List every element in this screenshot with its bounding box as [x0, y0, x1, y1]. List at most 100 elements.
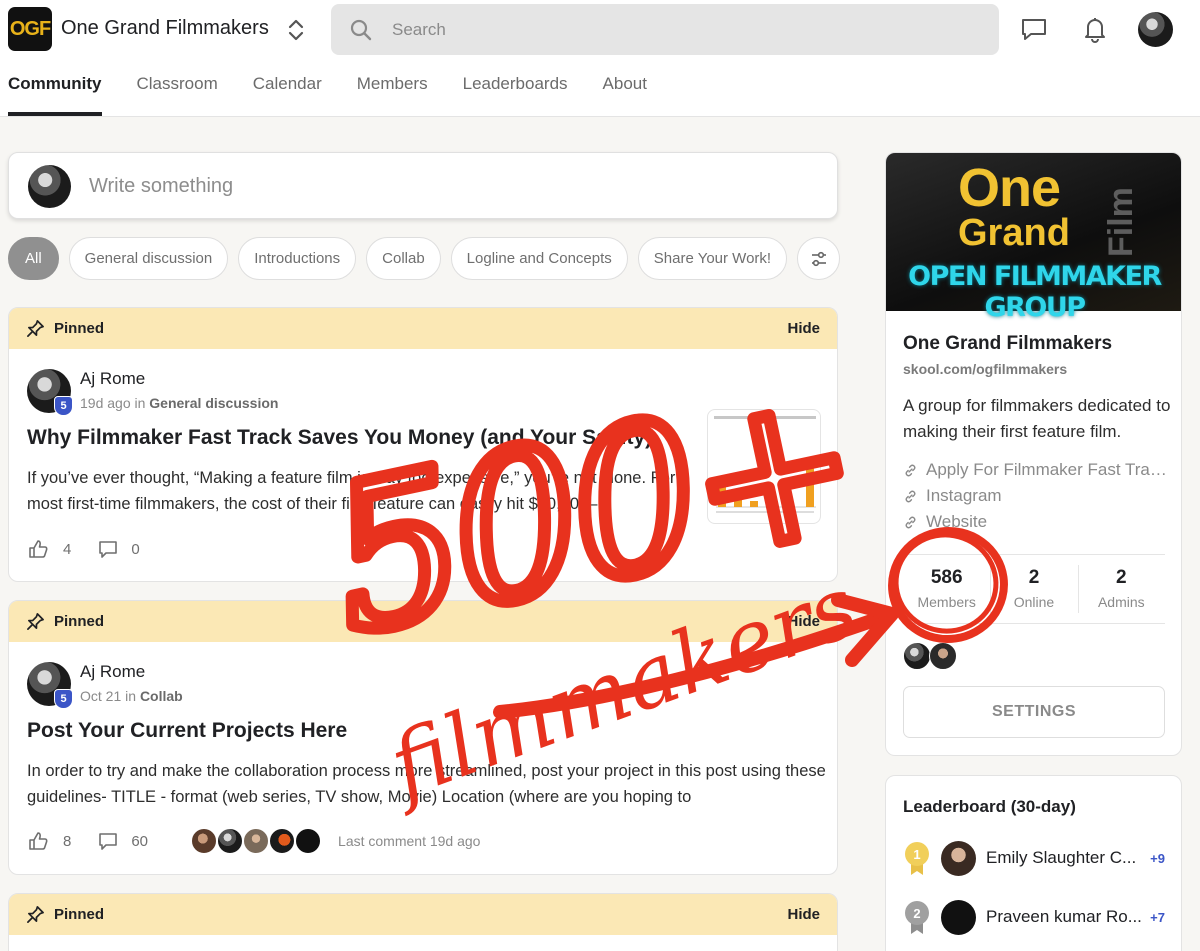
tab-community[interactable]: Community — [8, 74, 102, 116]
stat-online[interactable]: 2 Online — [990, 555, 1077, 623]
composer-avatar — [28, 165, 71, 208]
sliders-icon — [811, 251, 826, 266]
category-filters: All General discussion Introductions Col… — [8, 237, 841, 280]
post-meta: 19d ago in General discussion — [80, 395, 278, 411]
tab-leaderboards[interactable]: Leaderboards — [463, 74, 568, 116]
post-category[interactable]: General discussion — [149, 395, 278, 411]
leader-avatar — [941, 899, 976, 935]
stat-members[interactable]: 586 Members — [903, 555, 990, 623]
leader-points: +9 — [1150, 850, 1165, 866]
chevron-up-down-icon[interactable] — [285, 16, 307, 44]
bell-icon[interactable] — [1080, 14, 1110, 44]
post-card[interactable]: Pinned Hide 5 Aj Rome 19d ago in General… — [8, 307, 838, 582]
filter-share-your-work[interactable]: Share Your Work! — [637, 237, 788, 280]
commenter-avatar — [190, 827, 219, 855]
group-about-card: One Grand Film OPEN FILMMAKER GROUP One … — [885, 152, 1182, 756]
stat-admins[interactable]: 2 Admins — [1077, 555, 1165, 623]
post-title[interactable]: Why Filmmaker Fast Track Saves You Money… — [27, 426, 652, 450]
recent-commenters[interactable] — [190, 827, 323, 855]
pin-icon — [27, 320, 44, 337]
filter-settings-button[interactable] — [797, 237, 841, 280]
gold-medal-icon: 1 — [905, 842, 929, 875]
post-preview: If you’ve ever thought, “Making a featur… — [27, 469, 676, 513]
about-description: A group for filmmakers dedicated to maki… — [903, 396, 1171, 441]
like-icon[interactable] — [27, 830, 49, 852]
leaderboard-card: Leaderboard (30-day) 1 Emily Slaughter C… — [885, 775, 1182, 951]
banner-title-film: Film — [1102, 187, 1140, 257]
post-reactions: 8 60 Last comment 19d ago — [27, 827, 480, 855]
admin-avatars[interactable] — [903, 642, 957, 670]
about-link[interactable]: Instagram — [903, 486, 1002, 506]
post-title[interactable]: Post Your Current Projects Here — [27, 719, 347, 743]
filter-logline-and-concepts[interactable]: Logline and Concepts — [450, 237, 628, 280]
filter-introductions[interactable]: Introductions — [238, 237, 357, 280]
nav-tabs: Community Classroom Calendar Members Lea… — [8, 74, 647, 116]
chat-icon[interactable] — [1019, 14, 1049, 44]
commenter-avatar — [242, 827, 271, 855]
tab-calendar[interactable]: Calendar — [253, 74, 322, 116]
group-stats: 586 Members 2 Online 2 Admins — [903, 554, 1165, 624]
like-count: 4 — [63, 540, 72, 558]
pinned-bar: Pinned Hide — [9, 308, 837, 349]
last-comment: Last comment 19d ago — [338, 833, 481, 849]
meta-in: in — [134, 395, 146, 411]
hide-button[interactable]: Hide — [787, 906, 820, 923]
link-icon — [905, 464, 916, 476]
post-time: 19d ago — [80, 395, 131, 411]
about-group-name: One Grand Filmmakers — [903, 333, 1113, 354]
commenter-avatar — [216, 827, 245, 855]
post-card[interactable]: Pinned Hide 5 Aj Rome Oct 21 in Collab P… — [8, 600, 838, 875]
pinned-bar: Pinned Hide — [9, 894, 837, 935]
logo-text: OGF — [9, 17, 51, 40]
post-preview: In order to try and make the collaborati… — [27, 762, 826, 806]
top-header: OGF One Grand Filmmakers Search Communit… — [0, 0, 1200, 117]
pin-icon — [27, 906, 44, 923]
tab-members[interactable]: Members — [357, 74, 428, 116]
filter-all[interactable]: All — [8, 237, 59, 280]
filter-collab[interactable]: Collab — [366, 237, 441, 280]
pinned-label: Pinned — [54, 613, 105, 630]
like-icon[interactable] — [27, 538, 49, 560]
search-input[interactable]: Search — [392, 20, 446, 40]
stat-label: Admins — [1097, 594, 1145, 610]
about-link[interactable]: Website — [903, 512, 987, 532]
search-bar[interactable]: Search — [331, 4, 999, 55]
comment-icon[interactable] — [97, 538, 119, 560]
leaderboard-row[interactable]: 1 Emily Slaughter C... +9 — [903, 838, 1165, 878]
tab-about[interactable]: About — [603, 74, 647, 116]
hide-button[interactable]: Hide — [787, 613, 820, 630]
commenter-avatar — [268, 827, 297, 855]
group-logo[interactable]: OGF — [8, 7, 52, 51]
stat-value: 586 — [930, 567, 963, 588]
post-composer[interactable]: Write something — [8, 152, 838, 219]
composer-input[interactable]: Write something — [89, 175, 233, 198]
like-count: 8 — [63, 832, 72, 850]
link-label: Apply For Filmmaker Fast Tra… — [926, 460, 1167, 479]
admin-avatar — [903, 642, 931, 670]
tab-classroom[interactable]: Classroom — [137, 74, 218, 116]
post-time: Oct 21 — [80, 688, 122, 704]
comment-icon[interactable] — [97, 830, 119, 852]
user-avatar[interactable] — [1138, 12, 1173, 47]
author-name[interactable]: Aj Rome — [80, 662, 145, 682]
filter-general-discussion[interactable]: General discussion — [68, 237, 229, 280]
about-link[interactable]: Apply For Filmmaker Fast Tra… — [903, 460, 1167, 480]
leaderboard-title: Leaderboard (30-day) — [903, 797, 1076, 816]
link-icon — [905, 490, 916, 502]
hide-button[interactable]: Hide — [787, 320, 820, 337]
search-icon — [350, 19, 372, 41]
link-label: Instagram — [926, 486, 1002, 505]
author-name[interactable]: Aj Rome — [80, 369, 145, 389]
stat-label: Members — [917, 594, 976, 610]
pinned-label: Pinned — [54, 906, 105, 923]
post-category[interactable]: Collab — [140, 688, 183, 704]
link-label: Website — [926, 512, 988, 531]
about-group-url[interactable]: skool.com/ogfilmmakers — [903, 361, 1067, 377]
settings-button[interactable]: SETTINGS — [903, 686, 1165, 738]
link-icon — [905, 516, 916, 528]
post-card[interactable]: Pinned Hide — [8, 893, 838, 951]
comment-count: 0 — [131, 540, 140, 558]
leaderboard-row[interactable]: 2 Praveen kumar Ro... +7 — [903, 897, 1165, 937]
post-thumbnail[interactable] — [707, 409, 821, 524]
group-name[interactable]: One Grand Filmmakers — [61, 17, 269, 40]
